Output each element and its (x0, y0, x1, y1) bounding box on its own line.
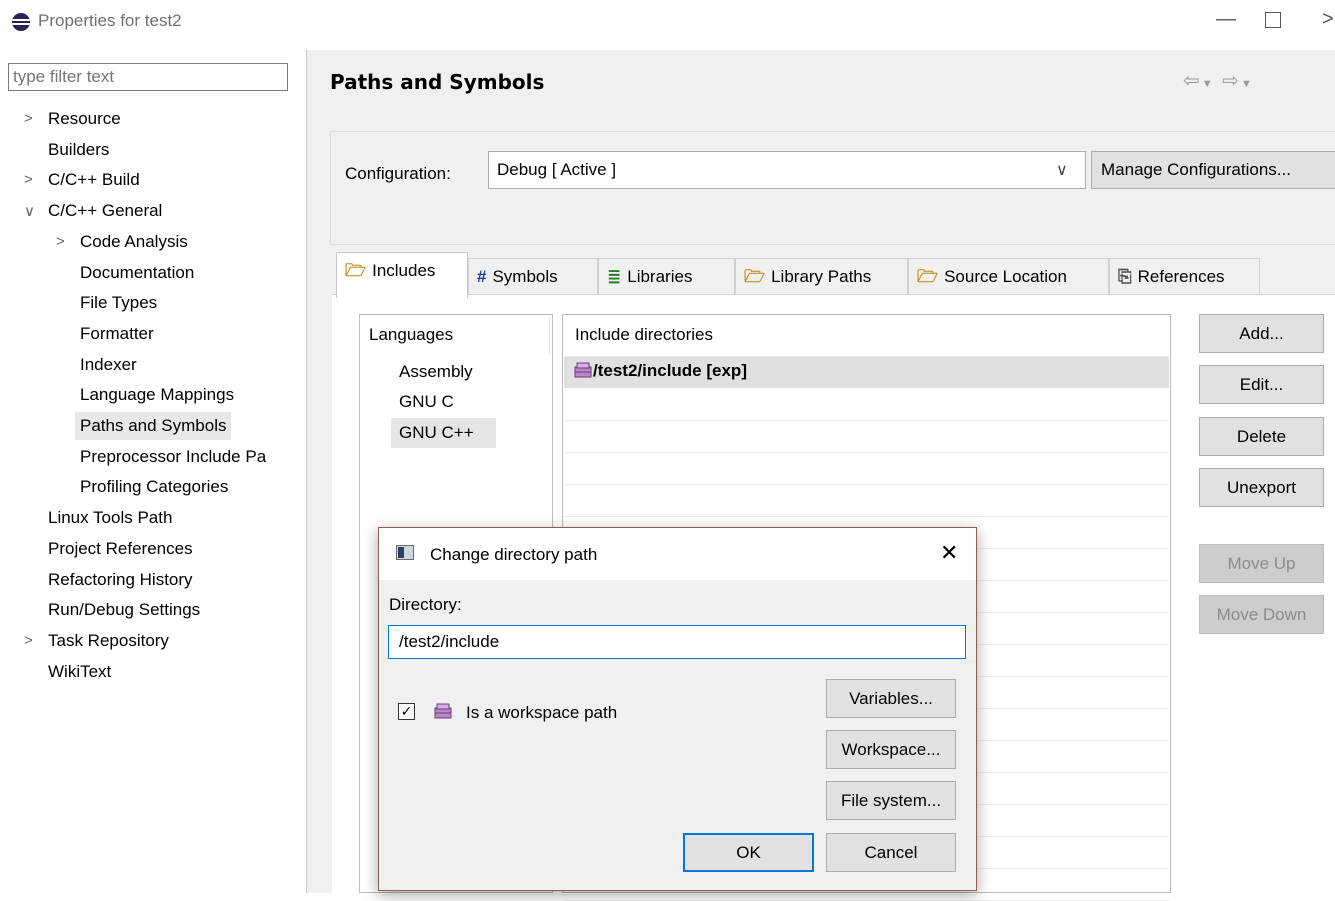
language-item[interactable]: GNU C (391, 387, 496, 417)
folder-include-icon: 🗁 (345, 261, 367, 280)
back-arrow-icon[interactable]: ⇦ (1183, 70, 1202, 92)
workspace-folder-icon (432, 701, 454, 726)
chevron-down-icon[interactable]: ∨ (24, 202, 35, 220)
include-entry-label: /test2/include [exp] (593, 361, 747, 380)
tree-item[interactable]: Formatter (80, 320, 154, 348)
row-divider (564, 484, 1169, 485)
tab-libraries[interactable]: ≣ Libraries (598, 258, 735, 294)
tree-item[interactable]: Paths and Symbols (75, 412, 232, 440)
tree-item[interactable]: Linux Tools Path (48, 504, 172, 532)
language-item[interactable]: GNU C++ (391, 418, 496, 448)
chevron-right-icon[interactable]: > (56, 233, 65, 250)
tree-item[interactable]: Profiling Categories (80, 473, 228, 501)
directory-input-value: /test2/include (399, 632, 500, 651)
chevron-down-icon[interactable]: ▼ (1241, 78, 1254, 90)
tree-item[interactable]: Resource (48, 105, 121, 133)
ok-button[interactable]: OK (683, 833, 814, 872)
window-titlebar (0, 0, 1335, 44)
directory-input[interactable]: /test2/include (388, 625, 966, 659)
references-icon: ⎘ (1118, 267, 1132, 286)
dialog-title: Change directory path (430, 545, 598, 564)
variables-button[interactable]: Variables... (826, 679, 956, 718)
cancel-button[interactable]: Cancel (826, 833, 956, 872)
manage-configurations-button[interactable]: Manage Configurations... (1091, 151, 1335, 189)
folder-source-icon: 🗁 (917, 267, 939, 286)
add-button[interactable]: Add... (1199, 314, 1324, 353)
chevron-right-icon[interactable]: > (24, 110, 33, 127)
workspace-path-checkbox[interactable]: ✓ (398, 703, 415, 720)
directory-label: Directory: (389, 595, 462, 614)
tree-item[interactable]: WikiText (48, 658, 111, 686)
tree-item[interactable]: Run/Debug Settings (48, 596, 200, 624)
move-up-button[interactable]: Move Up (1199, 544, 1324, 583)
tree-item[interactable]: Code Analysis (80, 228, 188, 256)
tab-symbols[interactable]: # Symbols (468, 258, 598, 294)
tree-item[interactable]: C/C++ General (48, 197, 162, 225)
row-divider (564, 516, 1169, 517)
row-divider (564, 420, 1169, 421)
tab-includes[interactable]: 🗁 Includes (336, 252, 468, 298)
filter-input[interactable] (8, 63, 288, 91)
configuration-select[interactable]: Debug [ Active ] (488, 151, 1086, 189)
tab-library-paths[interactable]: 🗁 Library Paths (735, 258, 908, 294)
tree-item[interactable]: C/C++ Build (48, 166, 140, 194)
edit-button[interactable]: Edit... (1199, 365, 1324, 404)
window-title: Properties for test2 (38, 11, 182, 30)
include-entry[interactable]: /test2/include [exp] (573, 361, 747, 381)
configuration-label: Configuration: (345, 164, 451, 183)
tab-source-location[interactable]: 🗁 Source Location (908, 258, 1109, 294)
dialog-window-icon (396, 545, 414, 560)
tree-item[interactable]: Refactoring History (48, 566, 193, 594)
history-nav[interactable]: ⇦▼ ⇨▼ (1183, 68, 1254, 93)
tab-references[interactable]: ⎘ References (1109, 258, 1260, 294)
chevron-right-icon[interactable]: > (24, 632, 33, 649)
tree-item[interactable]: Task Repository (48, 627, 169, 655)
tab-label: Includes (372, 261, 436, 280)
minimize-icon[interactable]: — (1216, 8, 1236, 31)
file-system-button[interactable]: File system... (826, 781, 956, 820)
language-item[interactable]: Assembly (391, 357, 496, 387)
tab-label: Library Paths (771, 267, 872, 286)
move-down-button[interactable]: Move Down (1199, 595, 1324, 634)
workspace-folder-icon (573, 361, 593, 379)
tab-label: References (1137, 267, 1225, 286)
tree-item[interactable]: Preprocessor Include Pa (80, 443, 266, 471)
workspace-path-label: Is a workspace path (466, 703, 618, 722)
chevron-down-icon[interactable]: ▼ (1202, 78, 1215, 90)
close-icon[interactable]: > (1322, 8, 1334, 31)
tab-label: Symbols (492, 267, 558, 286)
include-directories-header: Include directories (575, 325, 713, 344)
chevron-down-icon[interactable]: ∨ (1056, 160, 1068, 180)
tree-item[interactable]: File Types (80, 289, 157, 317)
configuration-value: Debug [ Active ] (497, 160, 617, 179)
workspace-button[interactable]: Workspace... (826, 730, 956, 769)
tree-item[interactable]: Builders (48, 136, 109, 164)
eclipse-app-icon (12, 13, 30, 31)
delete-button[interactable]: Delete (1199, 417, 1324, 456)
tab-label: Source Location (944, 267, 1067, 286)
dialog-close-icon[interactable]: ✕ (940, 540, 958, 566)
tree-item[interactable]: Project References (48, 535, 193, 563)
unexport-button[interactable]: Unexport (1199, 468, 1324, 507)
forward-arrow-icon[interactable]: ⇨ (1222, 70, 1241, 92)
tree-item[interactable]: Language Mappings (80, 381, 234, 409)
page-title: Paths and Symbols (330, 70, 545, 94)
languages-header: Languages (369, 325, 454, 344)
tree-item[interactable]: Documentation (80, 259, 194, 287)
column-separator (549, 318, 550, 354)
maximize-icon[interactable] (1265, 12, 1281, 28)
tab-label: Libraries (627, 267, 693, 286)
hash-icon: # (477, 267, 487, 286)
row-divider (564, 452, 1169, 453)
chevron-right-icon[interactable]: > (24, 171, 33, 188)
tree-item[interactable]: Indexer (80, 351, 137, 379)
folder-library-icon: 🗁 (744, 267, 766, 286)
libraries-icon: ≣ (607, 267, 622, 286)
